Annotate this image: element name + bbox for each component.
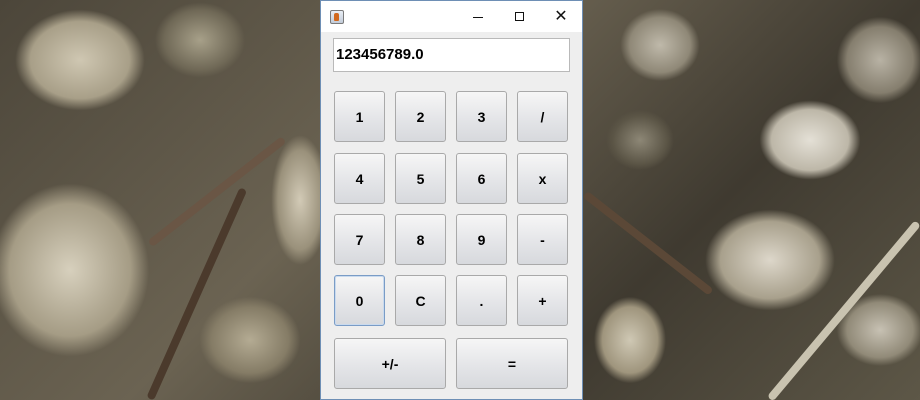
- key-equals[interactable]: =: [456, 338, 568, 389]
- stick-decoration: [582, 190, 714, 296]
- display-field[interactable]: 123456789.0: [333, 38, 570, 72]
- key-multiply[interactable]: x: [517, 153, 568, 204]
- close-button[interactable]: ✕: [540, 1, 582, 32]
- key-3[interactable]: 3: [456, 91, 507, 142]
- key-subtract[interactable]: -: [517, 214, 568, 265]
- calculator-window: ✕ 123456789.0 1 2 3 / 4 5 6 x 7 8 9 - 0 …: [320, 0, 583, 400]
- minimize-button[interactable]: [457, 1, 499, 32]
- stick-decoration: [146, 187, 248, 400]
- key-add[interactable]: +: [517, 275, 568, 326]
- maximize-icon: [514, 12, 524, 21]
- key-1[interactable]: 1: [334, 91, 385, 142]
- key-decimal[interactable]: .: [456, 275, 507, 326]
- key-toggle-sign[interactable]: +/-: [334, 338, 446, 389]
- key-divide[interactable]: /: [517, 91, 568, 142]
- key-4[interactable]: 4: [334, 153, 385, 204]
- key-clear[interactable]: C: [395, 275, 446, 326]
- key-2[interactable]: 2: [395, 91, 446, 142]
- stick-decoration: [147, 136, 287, 248]
- minimize-icon: [473, 17, 483, 18]
- key-6[interactable]: 6: [456, 153, 507, 204]
- key-5[interactable]: 5: [395, 153, 446, 204]
- key-7[interactable]: 7: [334, 214, 385, 265]
- key-9[interactable]: 9: [456, 214, 507, 265]
- key-8[interactable]: 8: [395, 214, 446, 265]
- java-app-icon: [330, 10, 344, 24]
- key-0[interactable]: 0: [334, 275, 385, 326]
- maximize-button[interactable]: [498, 1, 540, 32]
- stick-decoration: [766, 220, 920, 400]
- title-bar[interactable]: ✕: [321, 1, 582, 32]
- close-icon: ✕: [554, 7, 568, 25]
